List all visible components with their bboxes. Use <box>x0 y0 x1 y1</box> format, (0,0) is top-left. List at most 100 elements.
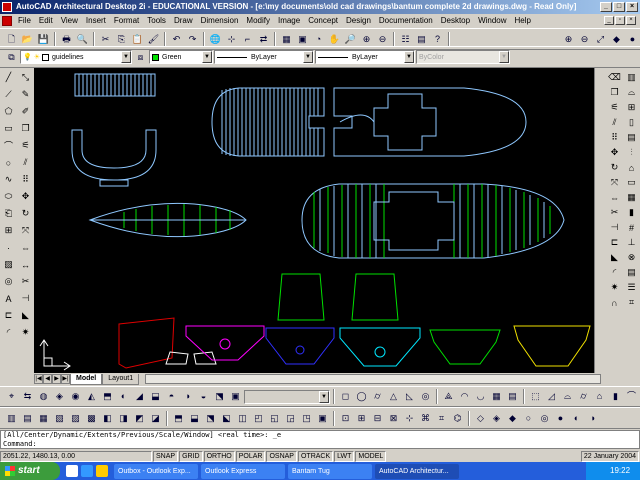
design-icon-17[interactable]: ◱ <box>267 411 282 426</box>
union-icon[interactable]: ◑ <box>180 389 195 404</box>
menu-format[interactable]: Format <box>110 14 143 28</box>
copy-tool-icon[interactable]: ❐ <box>607 85 622 100</box>
extrude-icon[interactable]: ⬒ <box>100 389 115 404</box>
outlook-icon[interactable] <box>96 465 108 477</box>
color-dropdown[interactable]: Green ▼ <box>149 50 213 64</box>
tracking-icon[interactable]: ⊹ <box>224 32 239 47</box>
layer-dropdown[interactable]: 💡 ☀ guidelines ▼ <box>20 50 132 64</box>
window-tool-icon[interactable]: ⊞ <box>624 100 639 115</box>
design-icon-1[interactable]: ▥ <box>4 411 19 426</box>
help-icon[interactable]: ? <box>430 32 445 47</box>
menu-image[interactable]: Image <box>274 14 304 28</box>
slice-icon[interactable]: ◢ <box>132 389 147 404</box>
lengthen-icon[interactable]: ↔ <box>18 257 33 272</box>
layers-icon[interactable]: ⧉ <box>4 50 19 65</box>
wedge-icon[interactable]: ◺ <box>402 389 417 404</box>
open-icon[interactable]: 📂 <box>20 32 35 47</box>
solid-icon[interactable]: ◭ <box>84 389 99 404</box>
vertical-scrollbar[interactable] <box>594 68 602 373</box>
menu-modify[interactable]: Modify <box>242 14 274 28</box>
otrack-toggle[interactable]: OTRACK <box>297 450 334 462</box>
polyline-icon[interactable]: ⟋ <box>1 87 16 102</box>
design-icon-10[interactable]: ◪ <box>148 411 163 426</box>
explode-tool-icon[interactable]: ✷ <box>607 280 622 295</box>
desktop-icon[interactable] <box>66 465 78 477</box>
redo-icon[interactable]: ↷ <box>185 32 200 47</box>
lineweight-dropdown[interactable]: ByLayer ▼ <box>315 50 415 64</box>
doc-restore-button[interactable]: ▫ <box>615 16 625 25</box>
print-icon[interactable]: 🖶 <box>59 32 74 47</box>
menu-documentation[interactable]: Documentation <box>375 14 437 28</box>
move-tool-icon[interactable]: ✥ <box>607 145 622 160</box>
erase-icon[interactable]: ✐ <box>18 104 33 119</box>
command-window[interactable]: [All/Center/Dynamic/Extents/Previous/Sca… <box>0 430 640 449</box>
tab-model[interactable]: Model <box>70 373 103 385</box>
design-icon-13[interactable]: ⬔ <box>203 411 218 426</box>
design-icon-21[interactable]: ⊡ <box>338 411 353 426</box>
copy-icon[interactable]: ⎘ <box>114 32 129 47</box>
chamfer-tool-icon[interactable]: ◣ <box>607 250 622 265</box>
tab-layout1[interactable]: Layout1 <box>102 373 140 385</box>
doc-close-button[interactable]: × <box>626 16 636 25</box>
interfere-icon[interactable]: ◓ <box>164 389 179 404</box>
dish-icon[interactable]: ◡ <box>473 389 488 404</box>
erase-tool-icon[interactable]: ⌫ <box>607 70 622 85</box>
document-icon[interactable] <box>2 16 12 26</box>
offset-tool-icon[interactable]: ⫽ <box>607 115 622 130</box>
last-tab-button[interactable]: ▶| <box>61 374 70 384</box>
slab-tool-icon[interactable]: ▭ <box>624 175 639 190</box>
design-icon-26[interactable]: ⌘ <box>418 411 433 426</box>
ellipse-icon[interactable]: ⬭ <box>1 189 16 204</box>
intersect-icon[interactable]: ⬔ <box>212 389 227 404</box>
maximize-button[interactable]: □ <box>613 2 625 12</box>
first-tab-button[interactable]: |◀ <box>34 374 43 384</box>
design-icon-4[interactable]: ▧ <box>52 411 67 426</box>
fillet-icon[interactable]: ◜ <box>1 325 16 340</box>
dome-icon[interactable]: ◠ <box>457 389 472 404</box>
schedule-tool-icon[interactable]: ☰ <box>624 280 639 295</box>
design-icon-8[interactable]: ◨ <box>116 411 131 426</box>
ortho-toggle[interactable]: ORTHO <box>203 450 235 462</box>
flip-icon[interactable]: ⇆ <box>20 389 35 404</box>
task-bantam-tug[interactable]: Bantam Tug <box>288 463 372 479</box>
task-autocad[interactable]: AutoCAD Architectur... <box>375 463 459 479</box>
paste-icon[interactable]: 📋 <box>130 32 145 47</box>
magnet-icon[interactable]: ∩ <box>607 295 622 310</box>
fillet-tool-icon[interactable]: ◜ <box>607 265 622 280</box>
mirror-icon[interactable]: ⚟ <box>18 138 33 153</box>
pan-icon[interactable]: ✋ <box>327 32 342 47</box>
render-icon[interactable]: ● <box>625 32 640 47</box>
prev-tab-button[interactable]: ◀ <box>43 374 52 384</box>
design-icon-19[interactable]: ◳ <box>299 411 314 426</box>
menu-view[interactable]: View <box>57 14 82 28</box>
model-toggle[interactable]: MODEL <box>355 450 387 462</box>
elevation-tool-icon[interactable]: ⊥ <box>624 235 639 250</box>
autocad-app-icon[interactable] <box>2 2 12 12</box>
zoom-realtime-icon[interactable]: 🔎 <box>343 32 358 47</box>
arc-icon[interactable]: ⌒ <box>1 138 16 153</box>
start-button[interactable]: start <box>0 462 60 480</box>
menu-insert[interactable]: Insert <box>82 14 110 28</box>
design-icon-36[interactable]: ◑ <box>585 411 600 426</box>
save-icon[interactable]: 💾 <box>36 32 51 47</box>
design-icon-5[interactable]: ▨ <box>68 411 83 426</box>
cylinder-icon[interactable]: ⌭ <box>370 389 385 404</box>
torus-icon[interactable]: ◎ <box>418 389 433 404</box>
menu-help[interactable]: Help <box>511 14 535 28</box>
plotstyle-dropdown[interactable]: ByColor ▼ <box>416 50 510 64</box>
subtract-icon[interactable]: ◒ <box>196 389 211 404</box>
array-tool-icon[interactable]: ⠿ <box>607 130 622 145</box>
mass-arch-icon[interactable]: ⌒ <box>624 389 639 404</box>
close-button[interactable]: × <box>626 2 638 12</box>
make-current-layer-icon[interactable]: ⧈ <box>133 50 148 65</box>
copy-object-icon[interactable]: ❐ <box>18 121 33 136</box>
grid-tool-icon[interactable]: # <box>624 220 639 235</box>
railing-tool-icon[interactable]: ⫶ <box>624 145 639 160</box>
distance-icon[interactable]: ⇄ <box>256 32 271 47</box>
zoom-extents-icon[interactable]: ⤢ <box>593 32 608 47</box>
design-icon-11[interactable]: ⬒ <box>171 411 186 426</box>
mtext-icon[interactable]: A <box>1 291 16 306</box>
array-icon[interactable]: ⠿ <box>18 172 33 187</box>
spline-icon[interactable]: ∿ <box>1 172 16 187</box>
design-icon-12[interactable]: ⬓ <box>187 411 202 426</box>
